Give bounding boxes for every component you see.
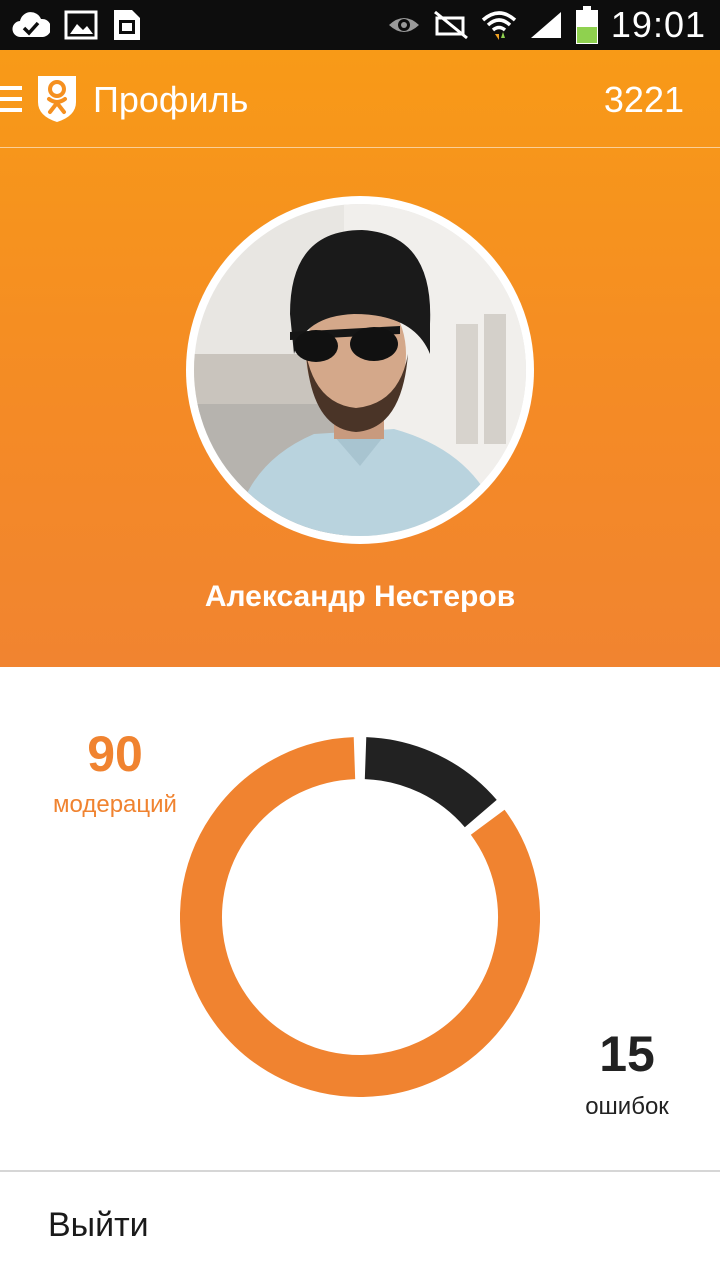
image-icon [64, 10, 98, 40]
wifi-icon [481, 11, 517, 40]
errors-label: ошибок [585, 1093, 669, 1120]
signal-icon [530, 12, 561, 38]
profile-photo-image [194, 204, 526, 536]
logout-button[interactable]: Выйти [0, 1172, 720, 1280]
stats-section: 90 модераций 15 ошибок [0, 667, 720, 1170]
mute-icon [433, 10, 468, 40]
avatar[interactable] [186, 196, 534, 544]
profile-name: Александр Нестеров [204, 580, 516, 613]
donut-slice-errors [364, 737, 497, 828]
avatar-photo [194, 204, 526, 536]
profile-header: Профиль 3221 Александр Нестеров [0, 50, 720, 667]
errors-count: 15 [599, 1026, 655, 1082]
status-bar-notifications [12, 7, 142, 43]
app-bar: Профиль 3221 [0, 50, 720, 148]
logout-label: Выйти [48, 1206, 149, 1244]
odnoklassniki-logo-icon[interactable] [34, 74, 80, 124]
status-bar-time: 19:01 [610, 4, 706, 45]
app-bar-divider [0, 147, 720, 148]
moderation-donut-chart [180, 737, 540, 1097]
status-bar: 19:01 [0, 0, 720, 50]
cloud-check-icon [12, 12, 50, 38]
page-title: Профиль [93, 79, 249, 120]
battery-icon [575, 6, 598, 44]
eye-icon [388, 18, 419, 32]
menu-icon[interactable] [0, 84, 24, 114]
status-bar-system: 19:01 [387, 0, 706, 50]
counter-badge: 3221 [603, 79, 684, 120]
sim-card-icon [114, 10, 140, 40]
